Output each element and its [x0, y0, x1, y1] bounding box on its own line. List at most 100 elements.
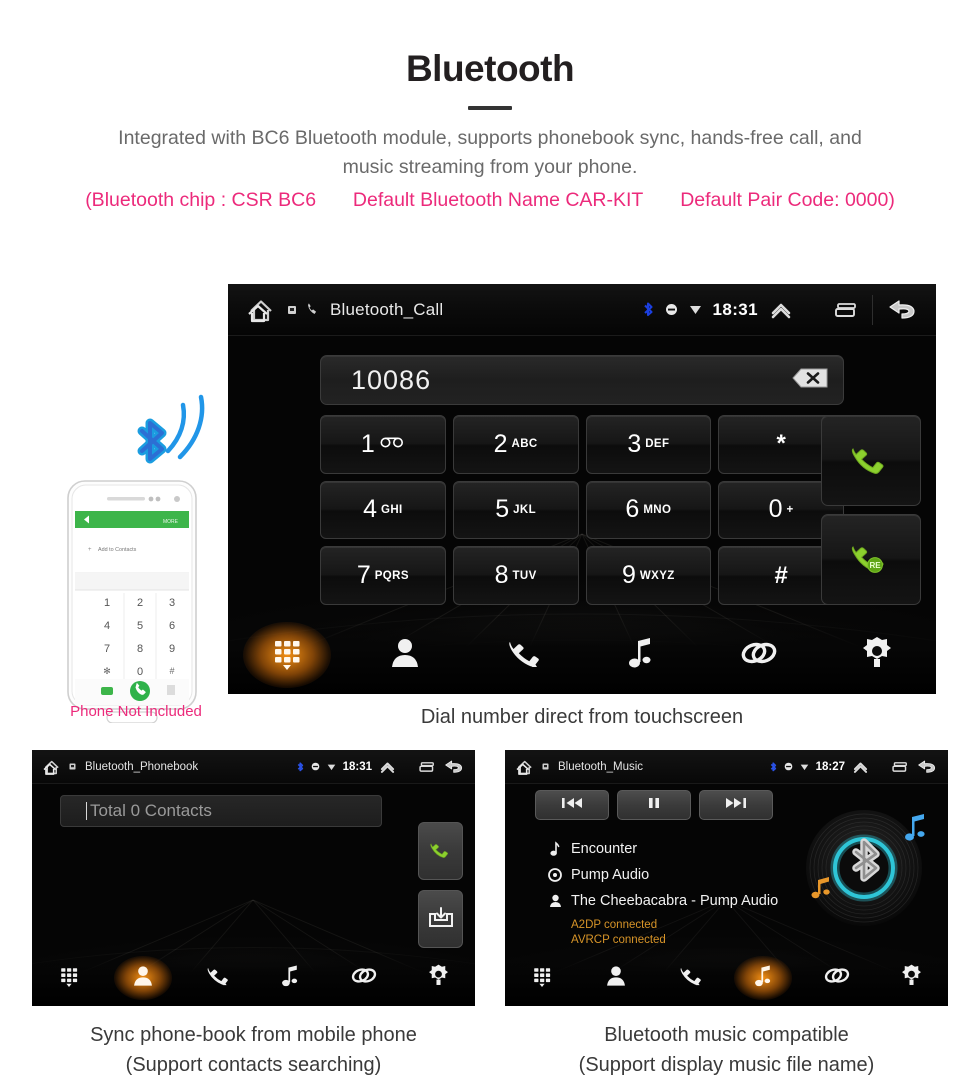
backspace-icon[interactable]	[778, 364, 830, 397]
key-digit: 3	[627, 429, 642, 458]
nav-settings[interactable]	[818, 616, 936, 694]
person-icon	[605, 964, 627, 993]
redial-button[interactable]: RE	[821, 514, 921, 605]
svg-text:1: 1	[104, 597, 110, 609]
back-icon[interactable]	[916, 758, 940, 776]
contacts-search-input[interactable]: Total 0 Contacts	[60, 795, 382, 827]
home-icon[interactable]	[246, 296, 280, 324]
redial-icon: RE	[844, 536, 898, 583]
status-time: 18:27	[815, 760, 845, 773]
home-icon[interactable]	[515, 758, 537, 776]
chevron-up-icon[interactable]	[379, 760, 396, 774]
call-button[interactable]	[821, 415, 921, 506]
phone-not-included-caption: Phone Not Included	[70, 703, 202, 720]
bottom-nav	[505, 950, 948, 1006]
svg-text:✻: ✻	[103, 666, 111, 676]
key-3[interactable]: 3 DEF	[585, 415, 712, 474]
page-title: Bluetooth	[405, 48, 575, 89]
dialpad-icon	[267, 633, 307, 678]
nav-music[interactable]	[253, 950, 327, 1006]
nav-contacts[interactable]	[579, 950, 653, 1006]
music-caption-line-2: (Support display music file name)	[578, 1054, 875, 1076]
download-contacts-button[interactable]	[418, 890, 463, 948]
call-history-icon	[504, 635, 542, 676]
key-2[interactable]: 2 ABC	[452, 415, 579, 474]
key-letters: DEF	[645, 438, 670, 451]
svg-text:3: 3	[169, 597, 175, 609]
phone-illustration: MORE + Add to Contacts 1 2 3 4 5 6 7 8 9…	[50, 393, 230, 724]
wifi-icon	[800, 764, 808, 770]
key-4[interactable]: 4 GHI	[320, 480, 446, 540]
svg-text:#: #	[169, 666, 174, 676]
profile-avrcp: AVRCP connected	[571, 934, 666, 946]
next-button[interactable]	[699, 790, 773, 820]
nav-contacts[interactable]	[346, 616, 464, 694]
svg-text:6: 6	[169, 620, 175, 632]
svg-text:Add to Contacts: Add to Contacts	[98, 547, 137, 553]
nav-music[interactable]	[726, 950, 800, 1006]
phonebook-caption: Sync phone-book from mobile phone (Suppo…	[32, 1020, 475, 1080]
key-digit: 0	[768, 495, 783, 524]
key-1[interactable]: 1	[320, 415, 446, 474]
title-divider	[468, 106, 512, 110]
sim-icon	[69, 763, 76, 770]
chevron-up-icon[interactable]	[852, 760, 869, 774]
nav-music[interactable]	[582, 616, 700, 694]
phonebook-call-button[interactable]	[418, 822, 463, 880]
recents-icon[interactable]	[418, 760, 436, 774]
voicemail-icon	[379, 435, 405, 453]
key-5[interactable]: 5 JKL	[452, 480, 579, 540]
nav-settings[interactable]	[401, 950, 475, 1006]
home-icon[interactable]	[42, 758, 64, 776]
back-icon[interactable]	[886, 297, 922, 323]
status-time: 18:31	[712, 299, 758, 319]
download-inbox-icon	[428, 905, 454, 934]
key-6[interactable]: 6 MNO	[585, 480, 712, 540]
status-bar: Bluetooth_Phonebook 18:31	[32, 750, 475, 784]
key-digit: 9	[622, 561, 636, 590]
nav-link[interactable]	[327, 950, 401, 1006]
key-9[interactable]: 9 WXYZ	[585, 546, 712, 605]
status-left-group	[515, 758, 550, 776]
bluetooth-icon	[770, 761, 776, 771]
dial-input[interactable]: 10086	[320, 355, 844, 405]
key-7[interactable]: 7 PQRS	[320, 546, 446, 605]
sim-icon	[288, 305, 296, 314]
recents-icon[interactable]	[833, 300, 859, 320]
nav-contacts[interactable]	[106, 950, 180, 1006]
phonebook-caption-line-1: Sync phone-book from mobile phone	[90, 1024, 417, 1046]
key-letters: +	[786, 503, 794, 516]
call-icon	[844, 438, 898, 483]
call-icon	[426, 837, 456, 866]
recents-icon[interactable]	[891, 760, 909, 774]
key-8[interactable]: 8 TUV	[452, 546, 579, 605]
back-icon[interactable]	[443, 758, 467, 776]
wifi-icon	[689, 306, 701, 314]
subtitle-line-1: Integrated with BC6 Bluetooth module, su…	[118, 127, 862, 149]
nav-link[interactable]	[700, 616, 818, 694]
nav-call-log[interactable]	[180, 950, 254, 1006]
nav-call-log[interactable]	[653, 950, 727, 1006]
chevron-up-icon[interactable]	[769, 300, 793, 320]
text-caret	[86, 802, 87, 820]
person-icon	[545, 894, 565, 908]
previous-button[interactable]	[535, 790, 609, 820]
nav-link[interactable]	[800, 950, 874, 1006]
skip-previous-icon	[560, 796, 584, 815]
svg-text:4: 4	[104, 620, 110, 632]
pause-button[interactable]	[617, 790, 691, 820]
music-note-icon	[626, 636, 656, 675]
nav-dialpad[interactable]	[32, 950, 106, 1006]
nav-dialpad[interactable]	[228, 616, 346, 694]
svg-text:8: 8	[137, 643, 143, 655]
bluetooth-profiles: A2DP connected AVRCP connected	[571, 918, 778, 948]
status-left-group	[42, 758, 77, 776]
key-digit: 1	[360, 429, 375, 458]
nav-settings[interactable]	[874, 950, 948, 1006]
spec-pair-code: Default Pair Code: 0000)	[680, 189, 895, 211]
key-digit: 4	[363, 495, 377, 524]
svg-text:RE: RE	[869, 561, 881, 570]
wifi-icon	[327, 764, 335, 770]
nav-call-log[interactable]	[464, 616, 582, 694]
nav-dialpad[interactable]	[505, 950, 579, 1006]
